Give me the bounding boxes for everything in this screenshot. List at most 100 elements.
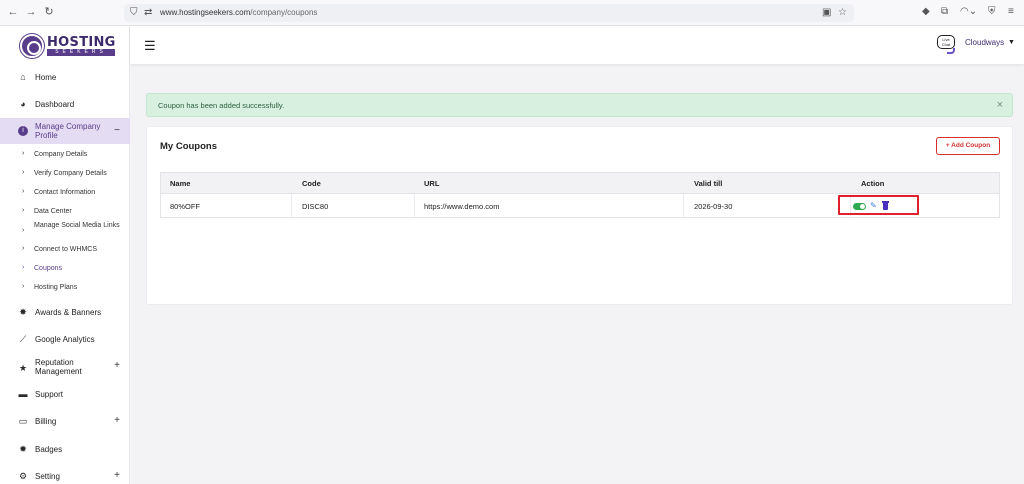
logo-emblem-icon bbox=[20, 34, 44, 58]
sidebar-item-support[interactable]: ▬ Support bbox=[0, 386, 130, 404]
column-header-valid-till: Valid till bbox=[694, 179, 723, 188]
sidebar-item-label: Billing bbox=[35, 417, 57, 426]
sidebar-subitem-label: Verify Company Details bbox=[34, 170, 107, 177]
sidebar-item-label: Google Analytics bbox=[35, 335, 95, 344]
sidebar-item-home[interactable]: ⌂ Home bbox=[0, 69, 130, 87]
collapse-toggle[interactable]: − bbox=[114, 125, 120, 136]
sidebar-subitem-label: Hosting Plans bbox=[34, 284, 78, 291]
account-icon[interactable]: ◠⌄ bbox=[960, 6, 977, 17]
logo[interactable]: HOSTING SEEKERS bbox=[20, 34, 116, 58]
sidebar-subitem-label: Contact Information bbox=[34, 189, 96, 196]
sidebar-subitem-coupons[interactable]: › Coupons bbox=[0, 261, 130, 277]
cell-url: https://www.demo.com bbox=[424, 202, 500, 211]
sidebar-subitem-verify-company-details[interactable]: › Verify Company Details bbox=[0, 166, 130, 182]
sidebar-subitem-label: Manage Social Media Links bbox=[34, 222, 120, 229]
status-toggle[interactable] bbox=[853, 203, 866, 210]
chevron-right-icon: › bbox=[22, 227, 25, 234]
award-icon: ✸ bbox=[19, 307, 27, 317]
expand-toggle[interactable]: + bbox=[114, 415, 120, 426]
info-icon: i bbox=[18, 126, 28, 136]
sidebar-subitem-label: Connect to WHMCS bbox=[34, 246, 98, 253]
coupons-card: My Coupons + Add Coupon Name Code URL Va… bbox=[146, 126, 1013, 305]
cell-valid-till: 2026-09-30 bbox=[694, 202, 733, 211]
sidebar: HOSTING SEEKERS ⌂ Home ◕ Dashboard i Man… bbox=[0, 26, 130, 484]
cell-code: DISC80 bbox=[302, 202, 329, 211]
expand-toggle[interactable]: + bbox=[114, 360, 120, 371]
sidebar-subitem-label: Data Center bbox=[34, 208, 72, 215]
sidebar-subitem-label: Coupons bbox=[34, 265, 63, 272]
live-chat-button[interactable]: Live Chat bbox=[937, 34, 959, 54]
sidebar-subitem-manage-social-media-links[interactable]: › Manage Social Media Links bbox=[0, 222, 130, 238]
sidebar-subitem-company-details[interactable]: › Company Details bbox=[0, 147, 130, 163]
user-menu[interactable]: Cloudways bbox=[965, 38, 1004, 47]
star-icon: ★ bbox=[18, 363, 28, 373]
chevron-right-icon: › bbox=[22, 245, 25, 252]
cell-name: 80%OFF bbox=[170, 202, 201, 211]
sidebar-item-label: Manage Company Profile bbox=[35, 122, 101, 140]
reload-icon[interactable]: ↻ bbox=[42, 5, 56, 19]
home-icon: ⌂ bbox=[20, 72, 26, 82]
action-cell: ✎ bbox=[838, 195, 919, 215]
sidebar-subitem-data-center[interactable]: › Data Center bbox=[0, 204, 130, 220]
chevron-right-icon: › bbox=[22, 264, 25, 271]
alert-message: Coupon has been added successfully. bbox=[158, 101, 285, 110]
chevron-right-icon: › bbox=[22, 283, 25, 290]
sidebar-item-billing[interactable]: ▭ Billing + bbox=[0, 413, 130, 431]
extensions-puzzle-icon[interactable]: ⧉ bbox=[941, 6, 948, 17]
shield-extension-icon[interactable]: ⛨ bbox=[988, 6, 996, 17]
support-icon: ▬ bbox=[18, 389, 28, 399]
sidebar-item-label: Reputation Management bbox=[35, 358, 82, 376]
dashboard-icon: ◕ bbox=[20, 99, 26, 109]
sidebar-item-label: Dashboard bbox=[35, 100, 75, 109]
hamburger-menu-icon[interactable]: ☰ bbox=[144, 38, 156, 54]
success-alert: Coupon has been added successfully. × bbox=[146, 93, 1013, 117]
sidebar-item-label: Badges bbox=[35, 445, 63, 454]
sidebar-item-badges[interactable]: ✹ Badges bbox=[0, 441, 130, 459]
sidebar-item-reputation-management[interactable]: ★ Reputation Management + bbox=[0, 358, 130, 376]
extension-icon[interactable]: ◆ bbox=[922, 6, 930, 17]
bookmark-star-icon[interactable]: ☆ bbox=[838, 7, 847, 18]
live-chat-icon: Live Chat bbox=[937, 35, 955, 49]
delete-icon[interactable] bbox=[882, 201, 889, 210]
logo-text: HOSTING bbox=[47, 35, 116, 50]
sidebar-item-label: Home bbox=[35, 73, 57, 82]
add-coupon-button[interactable]: + Add Coupon bbox=[936, 137, 1000, 155]
column-header-name: Name bbox=[170, 179, 191, 188]
shield-icon[interactable]: ⛉ bbox=[130, 7, 138, 18]
back-icon[interactable]: ← bbox=[6, 5, 20, 19]
sidebar-item-setting[interactable]: ⚙ Setting + bbox=[0, 468, 130, 484]
chevron-right-icon: › bbox=[22, 169, 25, 176]
table-header: Name Code URL Valid till Action bbox=[160, 172, 1000, 194]
sidebar-item-awards-banners[interactable]: ✸ Awards & Banners bbox=[0, 304, 130, 322]
close-icon[interactable]: × bbox=[997, 99, 1003, 111]
sidebar-item-label: Support bbox=[35, 390, 64, 399]
column-header-action: Action bbox=[861, 179, 885, 188]
badge-icon: ✹ bbox=[19, 444, 27, 454]
chart-icon: ⟋ bbox=[19, 334, 27, 344]
column-header-code: Code bbox=[302, 179, 321, 188]
menu-icon[interactable]: ≡ bbox=[1008, 6, 1014, 17]
sidebar-item-dashboard[interactable]: ◕ Dashboard bbox=[0, 96, 130, 114]
forward-icon[interactable]: → bbox=[24, 5, 38, 19]
expand-toggle[interactable]: + bbox=[114, 470, 120, 481]
sidebar-item-label: Awards & Banners bbox=[35, 308, 102, 317]
settings-icon: ⚙ bbox=[18, 471, 28, 481]
billing-icon: ▭ bbox=[18, 416, 28, 426]
sidebar-subitem-contact-information[interactable]: › Contact Information bbox=[0, 185, 130, 201]
address-bar[interactable]: ⛉ ⇄ www.hostingseekers.com/company/coupo… bbox=[124, 4, 854, 22]
caret-down-icon[interactable]: ▼ bbox=[1008, 39, 1015, 46]
chevron-right-icon: › bbox=[22, 188, 25, 195]
reader-view-icon[interactable]: ▣ bbox=[822, 7, 831, 18]
page-title: My Coupons bbox=[160, 141, 217, 152]
url-text[interactable]: www.hostingseekers.com/company/coupons bbox=[160, 8, 317, 17]
logo-subtext: SEEKERS bbox=[47, 49, 115, 56]
sidebar-item-manage-company-profile[interactable]: i Manage Company Profile − bbox=[0, 118, 130, 144]
sidebar-subitem-label: Company Details bbox=[34, 151, 88, 158]
permissions-icon[interactable]: ⇄ bbox=[144, 7, 152, 18]
edit-icon[interactable]: ✎ bbox=[870, 201, 877, 210]
browser-toolbar: ← → ↻ ⛉ ⇄ www.hostingseekers.com/company… bbox=[0, 0, 1024, 26]
url-host: www.hostingseekers.com bbox=[160, 8, 251, 17]
sidebar-subitem-connect-to-whmcs[interactable]: › Connect to WHMCS bbox=[0, 242, 130, 258]
sidebar-item-google-analytics[interactable]: ⟋ Google Analytics bbox=[0, 331, 130, 349]
sidebar-subitem-hosting-plans[interactable]: › Hosting Plans bbox=[0, 280, 130, 296]
